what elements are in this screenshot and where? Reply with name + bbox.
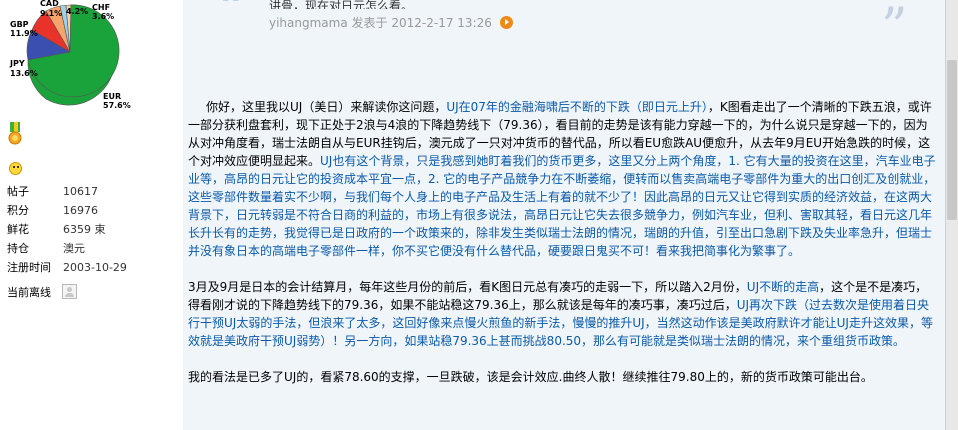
stat-value: 澳元 [63, 242, 85, 255]
pie-label-gbp: GBP [10, 20, 29, 29]
stat-label: 积分 [7, 204, 29, 217]
quote-meta: yihangmama 发表于 2012-2-17 13:26 [269, 15, 513, 31]
pie-label-chf-value: 3.6% [92, 12, 115, 21]
stat-label: 帖子 [7, 185, 29, 198]
quote-text: 讲骨，现在对日元怎么看。 [269, 0, 414, 9]
portfolio-pie-chart: CAD 9.1% 4.2% CHF 3.6% GBP 11.9% JPY 13.… [4, 0, 134, 110]
offline-user-icon [62, 284, 77, 299]
pie-label-gbp-value: 11.9% [10, 29, 38, 38]
pie-label-jpy-value: 13.6% [10, 69, 38, 78]
highlight-text: UJ也有这个背景，只是我感到她盯着我们的货币更多，这里又分上两个角度，1. 它有… [188, 154, 936, 258]
quote-close-icon: ” [881, 0, 908, 58]
stat-value: 10617 [63, 185, 98, 198]
medal-icon [8, 122, 22, 145]
pie-label-eur: EUR [103, 92, 122, 101]
scrollbar-thumb[interactable] [947, 60, 957, 220]
post-paragraph-3: 我的看法是已多了UJ的，看紧78.60的支撑，一旦跌破，该是会计效应.曲终人散！… [188, 370, 873, 384]
stat-label: 注册时间 [7, 261, 51, 274]
highlight-text: UJ不断的走高 [746, 280, 820, 294]
stat-value: 16976 [63, 204, 98, 217]
smiley-icon [9, 162, 22, 175]
stat-label: 鲜花 [7, 223, 29, 236]
pie-label-jpy: JPY [10, 59, 25, 68]
user-profile-panel: CAD 9.1% 4.2% CHF 3.6% GBP 11.9% JPY 13.… [0, 0, 183, 430]
stat-value: 6359 束 [63, 223, 106, 236]
pie-label-eur-value: 57.6% [103, 101, 131, 110]
quote-block: “ 讲骨，现在对日元怎么看。 yihangmama 发表于 2012-2-17 … [196, 0, 941, 54]
post-paragraph-1: 你好，这里我以UJ（美日）来解读你这问题，UJ在07年的金融海啸后不断的下跌（即… [188, 98, 938, 260]
pie-label-cad: CAD [40, 0, 59, 8]
vertical-scrollbar[interactable] [945, 0, 958, 430]
post-content-area: “ 讲骨，现在对日元怎么看。 yihangmama 发表于 2012-2-17 … [183, 0, 945, 430]
post-paragraph-2: 3月及9月是日本的会计结算月，每年这些月份的前后，看K图日元总有凑巧的走弱一下，… [188, 278, 938, 350]
post-body: 你好，这里我以UJ（美日）来解读你这问题，UJ在07年的金融海啸后不断的下跌（即… [188, 98, 938, 404]
highlight-text: UJ在07年的金融海啸后不断的下跌（即日元上升） [446, 100, 708, 114]
quote-posted-label: 发表于 [351, 16, 388, 30]
quote-date: 2012-2-17 13:26 [391, 16, 492, 30]
quote-open-icon: “ [218, 0, 245, 40]
text: 3月及9月是日本的会计结算月，每年这些月份的前后，看K图日元总有凑巧的走弱一下，… [188, 280, 747, 294]
stat-label: 持仓 [7, 242, 29, 255]
text: 你好，这里我以UJ（美日）来解读你这问题， [206, 100, 447, 114]
pie-label-chf: CHF [92, 3, 111, 12]
pie-label-cad-value: 9.1% [40, 9, 63, 18]
go-to-post-icon[interactable] [499, 16, 513, 29]
pie-label-cad2-value: 4.2% [66, 7, 89, 16]
quote-author[interactable]: yihangmama [269, 16, 348, 30]
stat-value: 2003-10-29 [63, 261, 127, 274]
online-status-label: 当前离线 [7, 286, 51, 299]
